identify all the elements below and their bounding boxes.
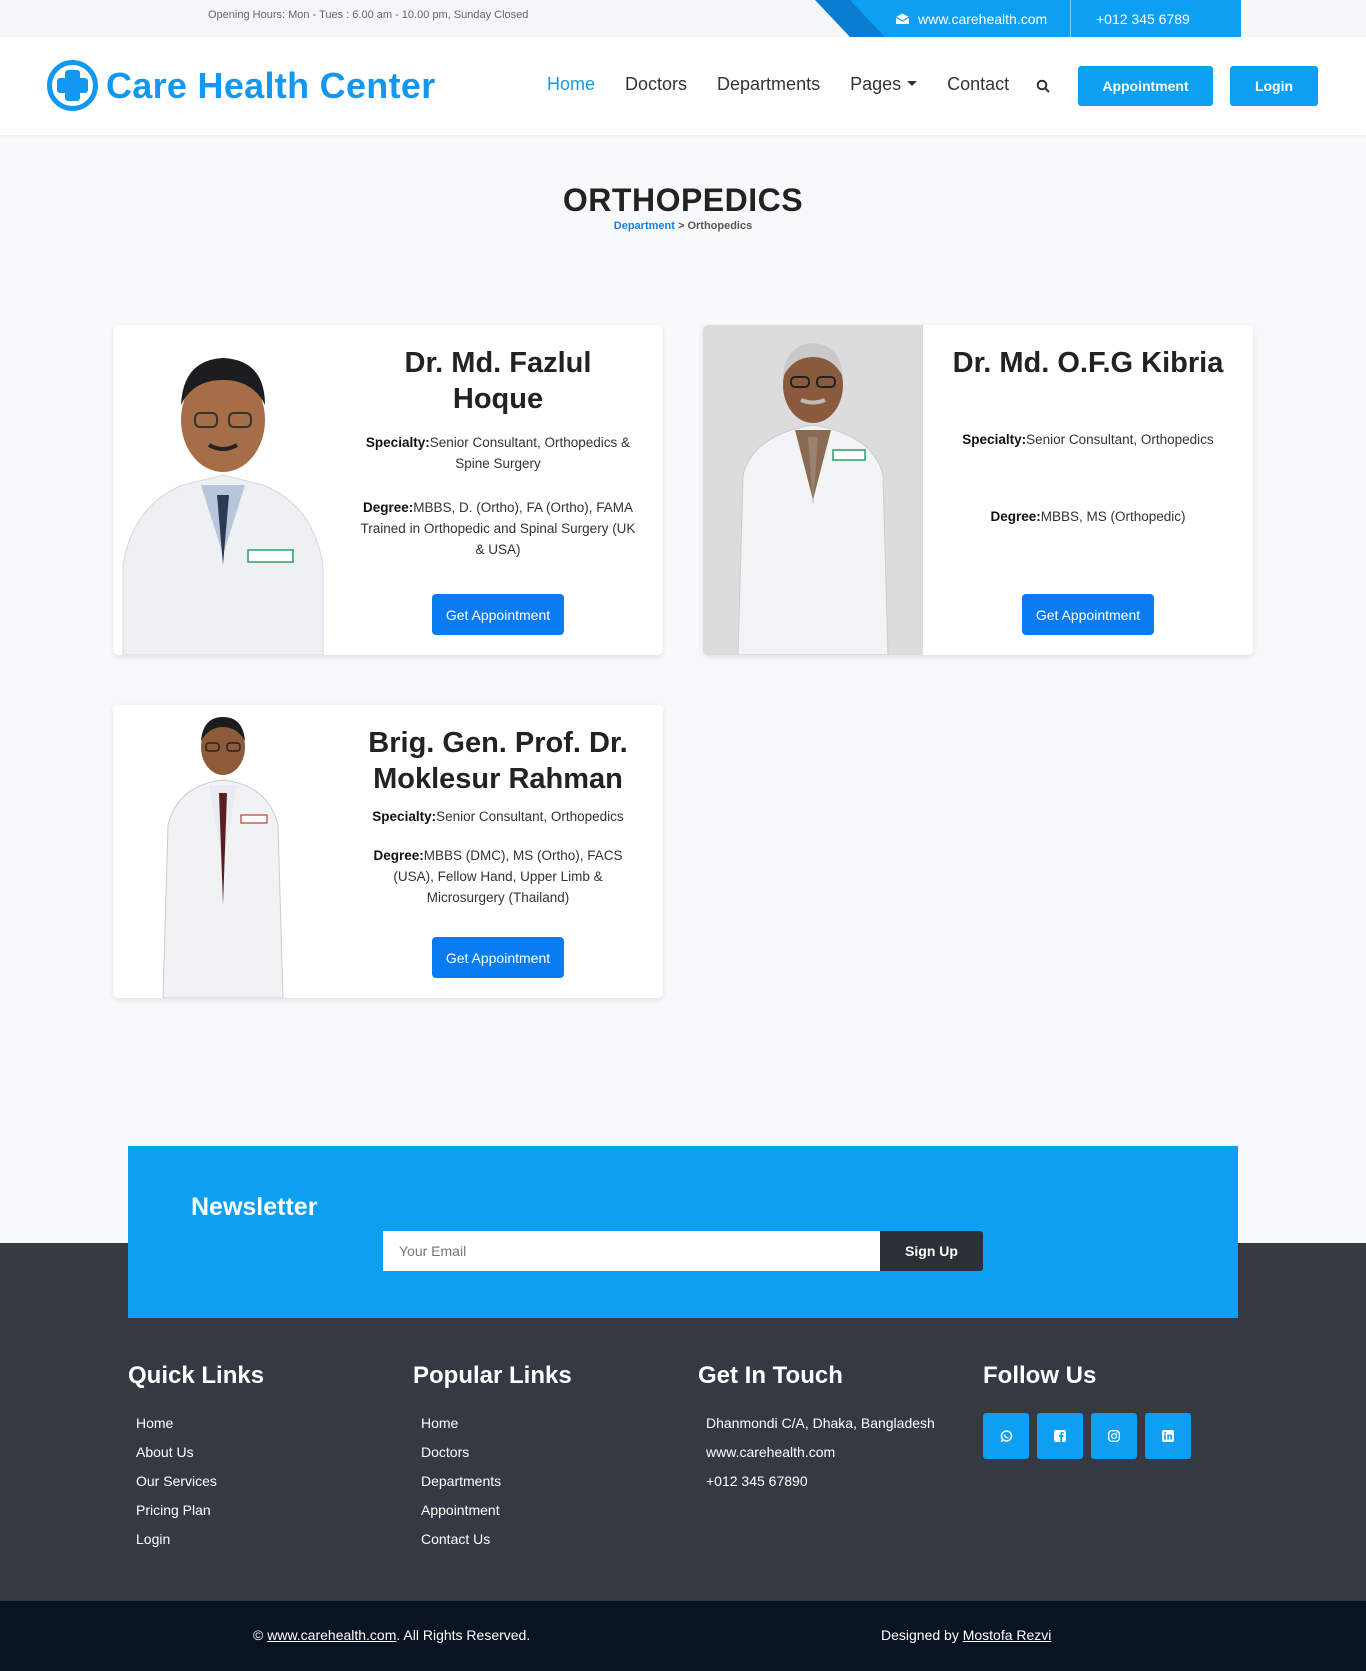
breadcrumb-current: Orthopedics bbox=[687, 220, 753, 232]
footer-link[interactable]: Login bbox=[136, 1531, 264, 1560]
specialty-label: Specialty: bbox=[372, 809, 437, 824]
main-nav: Home Doctors Departments Pages Contact bbox=[547, 74, 1009, 95]
linkedin-button[interactable] bbox=[1145, 1413, 1191, 1459]
follow-us-title: Follow Us bbox=[983, 1362, 1097, 1389]
copyright-link[interactable]: www.carehealth.com bbox=[267, 1627, 396, 1643]
contact-website[interactable]: www.carehealth.com bbox=[706, 1444, 935, 1473]
doctor-card: Dr. Md. O.F.G Kibria Specialty:Senior Co… bbox=[703, 325, 1253, 655]
degree-value: MBBS (DMC), MS (Ortho), FACS (USA), Fell… bbox=[393, 848, 623, 905]
breadcrumb-department-link[interactable]: Department bbox=[614, 220, 675, 232]
footer-link[interactable]: Home bbox=[421, 1415, 572, 1444]
doctor-degree: Degree:MBBS (DMC), MS (Ortho), FACS (USA… bbox=[373, 845, 623, 908]
instagram-button[interactable] bbox=[1091, 1413, 1137, 1459]
site-logo[interactable]: Care Health Center bbox=[47, 60, 436, 111]
get-appointment-button[interactable]: Get Appointment bbox=[1022, 594, 1154, 635]
nav-home[interactable]: Home bbox=[547, 74, 595, 95]
doctor-name: Dr. Md. Fazlul Hoque bbox=[404, 347, 592, 415]
specialty-label: Specialty: bbox=[962, 432, 1027, 447]
doctor-degree: Degree:MBBS, MS (Orthopedic) bbox=[938, 506, 1238, 527]
facebook-button[interactable] bbox=[1037, 1413, 1083, 1459]
copyright-symbol: © bbox=[253, 1627, 268, 1643]
doctor-name: Brig. Gen. Prof. Dr. Moklesur Rahman bbox=[368, 727, 628, 795]
medical-cross-icon bbox=[47, 60, 98, 111]
top-website-text: www.carehealth.com bbox=[918, 10, 1048, 27]
degree-label: Degree: bbox=[373, 848, 424, 863]
copyright-text: © www.carehealth.com. All Rights Reserve… bbox=[253, 1627, 530, 1643]
top-website-link[interactable]: www.carehealth.com bbox=[895, 0, 1047, 37]
popular-links-title: Popular Links bbox=[413, 1362, 572, 1389]
doctor-name: Dr. Md. O.F.G Kibria bbox=[952, 347, 1224, 379]
doctor-photo bbox=[113, 325, 333, 655]
contact-address: Dhanmondi C/A, Dhaka, Bangladesh bbox=[706, 1415, 935, 1431]
nav-contact[interactable]: Contact bbox=[947, 74, 1009, 95]
doctor-photo bbox=[113, 705, 333, 998]
newsletter-title: Newsletter bbox=[191, 1193, 318, 1221]
footer-link[interactable]: Contact Us bbox=[421, 1531, 572, 1560]
envelope-icon bbox=[895, 13, 910, 24]
footer-quick-links: Quick Links Home About Us Our Services P… bbox=[128, 1362, 264, 1560]
doctor-specialty: Specialty:Senior Consultant, Orthopedics bbox=[938, 429, 1238, 450]
designed-by-text: Designed by bbox=[881, 1627, 963, 1643]
top-info-bar: Opening Hours: Mon - Tues : 6.00 am - 10… bbox=[0, 0, 1366, 37]
page-title: ORTHOPEDICS bbox=[562, 182, 804, 218]
get-appointment-button[interactable]: Get Appointment bbox=[432, 594, 564, 635]
opening-hours: Opening Hours: Mon - Tues : 6.00 am - 10… bbox=[208, 9, 529, 21]
footer-get-in-touch: Get In Touch Dhanmondi C/A, Dhaka, Bangl… bbox=[698, 1362, 935, 1502]
appointment-button[interactable]: Appointment bbox=[1078, 66, 1213, 106]
designer-link[interactable]: Mostofa Rezvi bbox=[963, 1627, 1052, 1643]
newsletter-email-input[interactable]: Your Email bbox=[383, 1231, 880, 1271]
contact-phone[interactable]: +012 345 67890 bbox=[706, 1473, 935, 1502]
degree-label: Degree: bbox=[362, 500, 414, 515]
whatsapp-icon bbox=[1000, 1429, 1012, 1442]
doctor-degree: Degree:MBBS, D. (Ortho), FA (Ortho), FAM… bbox=[358, 497, 638, 560]
designer-credit: Designed by Mostofa Rezvi bbox=[881, 1627, 1051, 1643]
footer-link[interactable]: About Us bbox=[136, 1444, 264, 1473]
breadcrumb: Department > Orthopedics bbox=[0, 220, 1366, 232]
get-in-touch-title: Get In Touch bbox=[698, 1362, 843, 1389]
copyright-bar: © www.carehealth.com. All Rights Reserve… bbox=[0, 1601, 1366, 1671]
newsletter-signup-button[interactable]: Sign Up bbox=[880, 1231, 983, 1271]
logo-text: Care Health Center bbox=[106, 64, 436, 106]
breadcrumb-separator: > bbox=[674, 220, 688, 232]
top-phone[interactable]: +012 345 6789 bbox=[1096, 0, 1190, 37]
footer-popular-links: Popular Links Home Doctors Departments A… bbox=[413, 1362, 572, 1560]
specialty-value: Senior Consultant, Orthopedics & Spine S… bbox=[429, 435, 631, 471]
doctor-photo bbox=[703, 325, 923, 655]
doctor-card: Dr. Md. Fazlul Hoque Specialty:Senior Co… bbox=[113, 325, 663, 655]
specialty-label: Specialty: bbox=[365, 435, 430, 450]
degree-label: Degree: bbox=[990, 509, 1041, 524]
nav-pages-dropdown[interactable]: Pages bbox=[850, 74, 917, 95]
nav-doctors[interactable]: Doctors bbox=[625, 74, 687, 95]
instagram-icon bbox=[1108, 1430, 1120, 1442]
get-appointment-button[interactable]: Get Appointment bbox=[432, 937, 564, 978]
footer-link[interactable]: Pricing Plan bbox=[136, 1502, 264, 1531]
doctor-specialty: Specialty:Senior Consultant, Orthopedics bbox=[348, 806, 648, 827]
footer-link[interactable]: Our Services bbox=[136, 1473, 264, 1502]
footer-link[interactable]: Doctors bbox=[421, 1444, 572, 1473]
footer-follow-us: Follow Us bbox=[983, 1362, 1191, 1459]
doctor-info: Dr. Md. O.F.G Kibria Specialty:Senior Co… bbox=[923, 325, 1253, 655]
footer-link[interactable]: Appointment bbox=[421, 1502, 572, 1531]
nav-departments[interactable]: Departments bbox=[717, 74, 820, 95]
doctor-specialty: Specialty:Senior Consultant, Orthopedics… bbox=[348, 432, 648, 474]
facebook-icon bbox=[1054, 1430, 1066, 1442]
linkedin-icon bbox=[1162, 1430, 1174, 1442]
specialty-value: Senior Consultant, Orthopedics bbox=[1026, 432, 1214, 447]
copyright-suffix: . All Rights Reserved. bbox=[396, 1627, 531, 1643]
doctor-card: Brig. Gen. Prof. Dr. Moklesur Rahman Spe… bbox=[113, 705, 663, 998]
newsletter-section: Newsletter Your Email Sign Up bbox=[128, 1146, 1238, 1318]
main-header: Care Health Center Home Doctors Departme… bbox=[0, 37, 1366, 135]
doctor-info: Dr. Md. Fazlul Hoque Specialty:Senior Co… bbox=[333, 325, 663, 655]
search-icon[interactable] bbox=[1036, 79, 1050, 93]
specialty-value: Senior Consultant, Orthopedics bbox=[436, 809, 624, 824]
top-divider bbox=[1070, 0, 1071, 37]
login-button[interactable]: Login bbox=[1230, 66, 1318, 106]
footer-link[interactable]: Departments bbox=[421, 1473, 572, 1502]
footer-link[interactable]: Home bbox=[136, 1415, 264, 1444]
whatsapp-button[interactable] bbox=[983, 1413, 1029, 1459]
doctor-info: Brig. Gen. Prof. Dr. Moklesur Rahman Spe… bbox=[333, 705, 663, 998]
degree-value: MBBS, MS (Orthopedic) bbox=[1040, 509, 1186, 524]
quick-links-title: Quick Links bbox=[128, 1362, 265, 1389]
